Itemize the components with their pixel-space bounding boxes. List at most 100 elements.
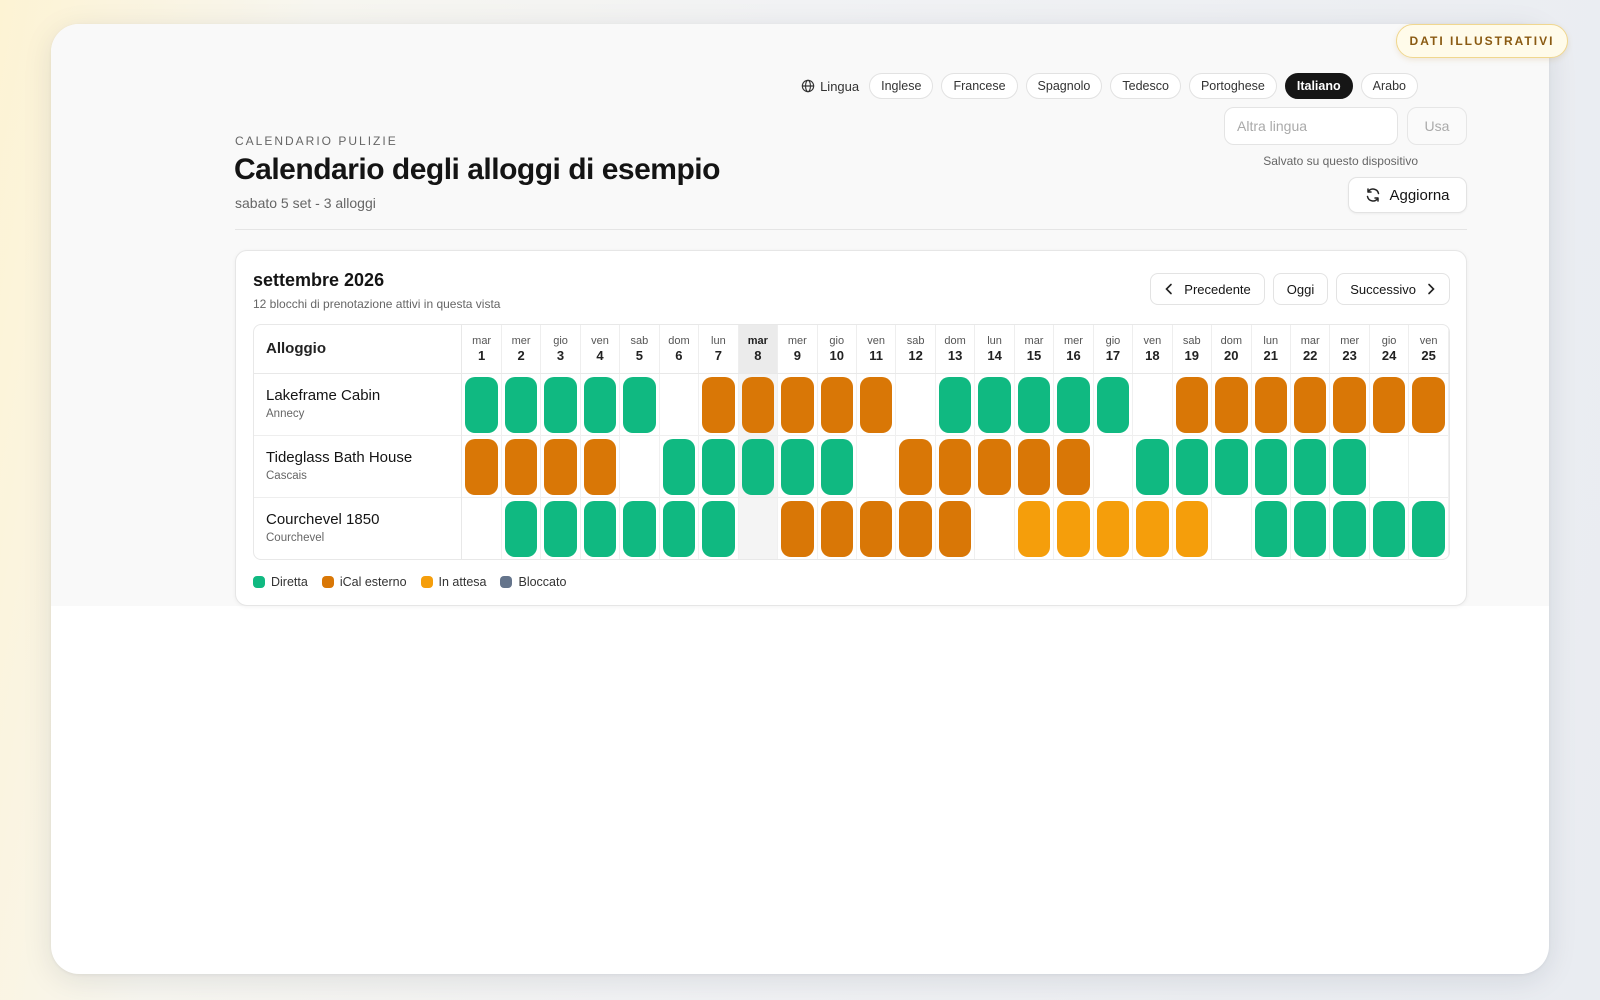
booking-block[interactable] (781, 500, 814, 557)
day-cell[interactable] (817, 434, 857, 497)
booking-block[interactable] (978, 376, 1011, 433)
day-cell[interactable] (1093, 373, 1134, 435)
booking-block[interactable] (465, 376, 498, 433)
lang-option-arabo[interactable]: Arabo (1360, 73, 1418, 99)
day-cell[interactable] (540, 373, 581, 435)
day-cell[interactable] (1290, 373, 1331, 435)
booking-block[interactable] (1215, 438, 1248, 495)
booking-block[interactable] (781, 438, 814, 495)
booking-block[interactable] (662, 438, 696, 495)
booking-block[interactable] (544, 500, 577, 557)
day-cell[interactable] (777, 434, 818, 497)
day-cell[interactable] (619, 496, 660, 559)
day-cell[interactable] (580, 496, 621, 559)
day-cell[interactable] (1329, 373, 1370, 435)
booking-block[interactable] (938, 438, 972, 495)
day-cell[interactable] (501, 496, 542, 559)
booking-block[interactable] (1215, 376, 1248, 433)
lang-option-portoghese[interactable]: Portoghese (1188, 73, 1277, 99)
day-cell[interactable] (1290, 434, 1331, 497)
booking-block[interactable] (1293, 438, 1327, 495)
day-cell[interactable] (1132, 496, 1173, 559)
day-cell[interactable] (856, 496, 897, 559)
day-cell[interactable] (1251, 434, 1291, 497)
lang-option-italiano[interactable]: Italiano (1284, 73, 1353, 99)
day-cell[interactable] (1053, 434, 1094, 497)
booking-block[interactable] (938, 500, 972, 557)
booking-block[interactable] (938, 376, 972, 433)
booking-block[interactable] (662, 500, 696, 557)
property-cell[interactable]: Lakeframe Cabin Annecy (254, 373, 463, 435)
refresh-button[interactable]: Aggiorna (1348, 177, 1467, 213)
day-cell[interactable] (540, 496, 581, 559)
booking-block[interactable] (1175, 500, 1209, 557)
booking-block[interactable] (859, 376, 893, 433)
lang-option-inglese[interactable]: Inglese (869, 73, 934, 99)
day-cell[interactable] (777, 373, 818, 435)
day-cell[interactable] (461, 434, 502, 497)
day-cell[interactable] (1211, 373, 1252, 435)
day-cell[interactable] (1172, 373, 1213, 435)
booking-block[interactable] (623, 500, 656, 557)
booking-block[interactable] (583, 376, 617, 433)
booking-block[interactable] (1136, 438, 1169, 495)
day-cell[interactable] (935, 373, 976, 435)
day-cell[interactable] (659, 434, 700, 497)
lang-option-francese[interactable]: Francese (941, 73, 1018, 99)
day-cell[interactable] (1408, 496, 1449, 559)
booking-block[interactable] (820, 500, 853, 557)
day-cell[interactable] (1369, 434, 1410, 497)
booking-block[interactable] (1412, 500, 1445, 557)
booking-block[interactable] (1254, 500, 1287, 557)
day-cell[interactable] (619, 434, 660, 497)
day-cell[interactable] (817, 496, 857, 559)
lang-option-spagnolo[interactable]: Spagnolo (1025, 73, 1103, 99)
booking-block[interactable] (1017, 500, 1051, 557)
day-cell[interactable] (1329, 434, 1370, 497)
property-cell[interactable]: Tideglass Bath House Cascais (254, 434, 463, 497)
booking-block[interactable] (899, 500, 932, 557)
day-cell[interactable] (1172, 496, 1213, 559)
booking-block[interactable] (1412, 376, 1445, 433)
day-cell[interactable] (1053, 373, 1094, 435)
day-cell[interactable] (1014, 434, 1055, 497)
booking-block[interactable] (583, 500, 617, 557)
booking-block[interactable] (741, 376, 775, 433)
day-cell[interactable] (580, 373, 621, 435)
day-cell[interactable] (1290, 496, 1331, 559)
booking-block[interactable] (899, 438, 932, 495)
day-cell[interactable] (1053, 496, 1094, 559)
day-cell[interactable] (974, 434, 1015, 497)
day-cell[interactable] (895, 496, 936, 559)
day-cell[interactable] (461, 496, 502, 559)
booking-block[interactable] (1254, 376, 1287, 433)
day-cell[interactable] (1251, 496, 1291, 559)
booking-block[interactable] (583, 438, 617, 495)
booking-block[interactable] (1096, 376, 1130, 433)
booking-block[interactable] (1136, 500, 1169, 557)
day-cell[interactable] (1132, 373, 1173, 435)
use-language-button[interactable]: Usa (1407, 107, 1467, 145)
day-cell[interactable] (659, 496, 700, 559)
lang-option-tedesco[interactable]: Tedesco (1110, 73, 1181, 99)
booking-block[interactable] (702, 438, 735, 495)
booking-block[interactable] (978, 438, 1011, 495)
day-cell[interactable] (1211, 496, 1252, 559)
booking-block[interactable] (504, 376, 538, 433)
day-cell[interactable] (540, 434, 581, 497)
booking-block[interactable] (1017, 438, 1051, 495)
day-cell[interactable] (856, 434, 897, 497)
day-cell[interactable] (659, 373, 700, 435)
day-cell[interactable] (501, 434, 542, 497)
day-cell[interactable] (1093, 434, 1134, 497)
day-cell[interactable] (1014, 496, 1055, 559)
booking-block[interactable] (1175, 376, 1209, 433)
booking-block[interactable] (702, 376, 735, 433)
booking-block[interactable] (1175, 438, 1209, 495)
booking-block[interactable] (1057, 500, 1090, 557)
day-cell[interactable] (738, 496, 779, 559)
booking-block[interactable] (820, 438, 853, 495)
booking-block[interactable] (504, 500, 538, 557)
day-cell[interactable] (619, 373, 660, 435)
day-cell[interactable] (1369, 496, 1410, 559)
